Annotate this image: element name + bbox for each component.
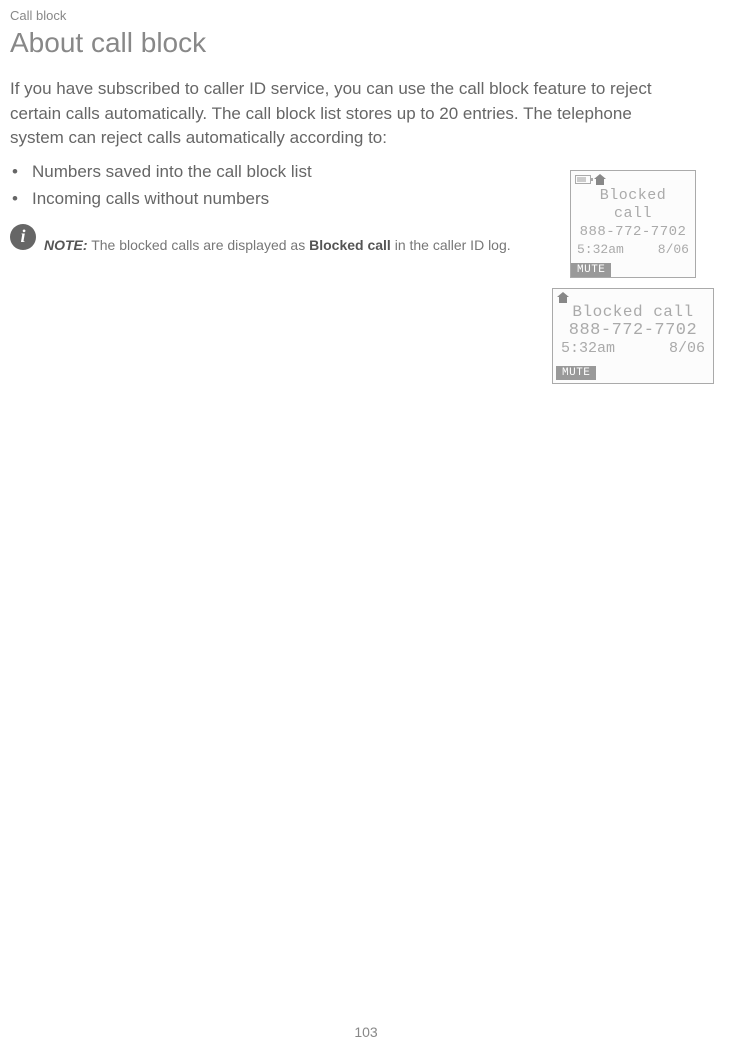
base-screen-large: Blocked call 888-772-7702 5:32am 8/06 MU… xyxy=(552,288,714,384)
lcd-meta: 5:32am 8/06 xyxy=(571,242,695,257)
lcd-line: call xyxy=(571,206,695,222)
note-row: i NOTE: The blocked calls are displayed … xyxy=(10,224,580,255)
lcd-number: 888-772-7702 xyxy=(553,321,713,340)
device-screens: Blocked call 888-772-7702 5:32am 8/06 MU… xyxy=(552,170,714,384)
note-text: NOTE: The blocked calls are displayed as… xyxy=(44,224,511,255)
page-number: 103 xyxy=(354,1024,377,1040)
note-label: NOTE: xyxy=(44,237,88,253)
handset-screen-small: Blocked call 888-772-7702 5:32am 8/06 MU… xyxy=(570,170,696,278)
lcd-date: 8/06 xyxy=(658,242,689,257)
page-title: About call block xyxy=(10,27,722,59)
lcd-number: 888-772-7702 xyxy=(571,224,695,240)
note-pre: The blocked calls are displayed as xyxy=(88,237,310,253)
mute-label: MUTE xyxy=(556,366,596,380)
lcd-date: 8/06 xyxy=(669,340,705,357)
lcd-time: 5:32am xyxy=(561,340,615,357)
battery-icon xyxy=(575,175,591,184)
lcd-meta: 5:32am 8/06 xyxy=(553,340,713,357)
home-icon xyxy=(594,174,606,185)
note-post: in the caller ID log. xyxy=(391,237,511,253)
info-icon: i xyxy=(10,224,36,250)
intro-paragraph: If you have subscribed to caller ID serv… xyxy=(10,77,690,151)
home-icon xyxy=(557,292,569,303)
lcd-line: Blocked xyxy=(571,188,695,204)
mute-label: MUTE xyxy=(571,263,611,277)
status-row xyxy=(571,171,695,186)
lcd-time: 5:32am xyxy=(577,242,624,257)
note-strong: Blocked call xyxy=(309,237,391,253)
section-label: Call block xyxy=(10,8,722,23)
lcd-title: Blocked call xyxy=(553,303,713,321)
status-row xyxy=(553,289,713,303)
